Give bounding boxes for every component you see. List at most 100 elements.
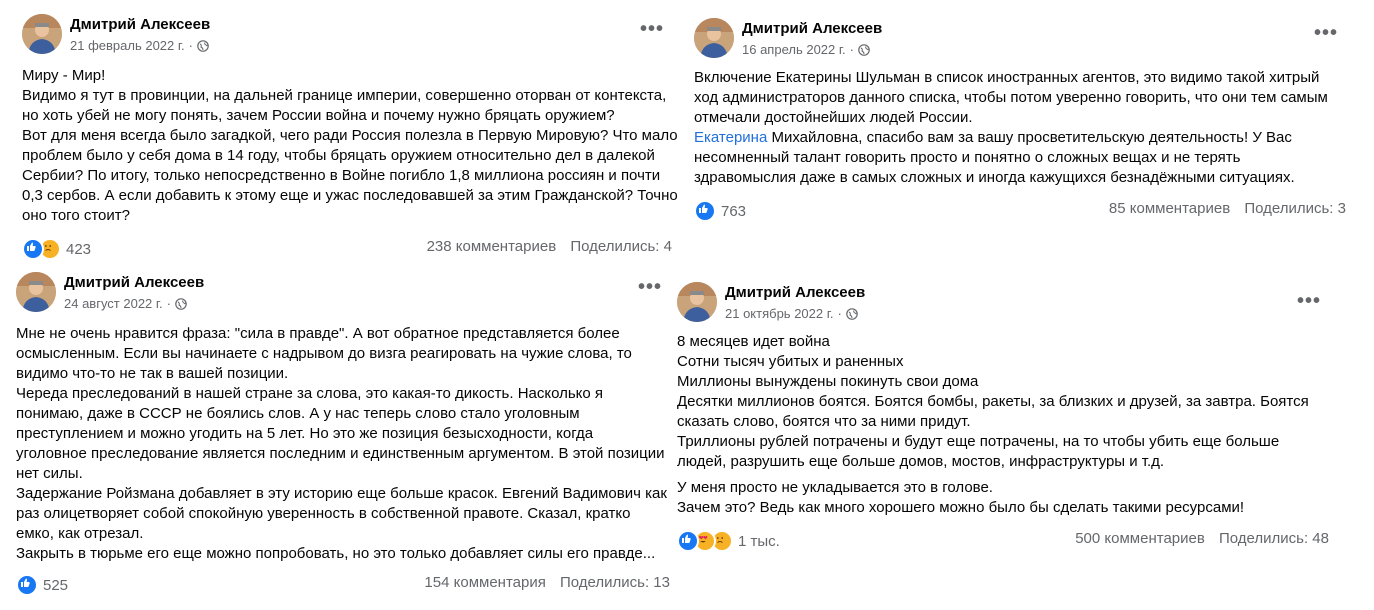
meta-separator: · [849,42,854,57]
meta-separator: · [166,296,172,311]
reaction-count: 423 [66,240,92,258]
globe-icon [846,307,858,320]
post-footer: 1 тыс. 500 комментариев Поделились: 48 [677,530,1329,552]
post-date[interactable]: 24 август 2022 г. [64,296,163,311]
more-options-icon[interactable]: ••• [640,19,664,39]
post-text-line: нет силы. [16,465,83,482]
reaction-count: 763 [721,202,747,220]
post-text-line: Екатерина Михайловна, спасибо вам за ваш… [694,128,1346,148]
like-icon [16,574,38,596]
post-text-line: Сербии? По итогу, только непосредственно… [22,167,661,184]
reaction-count: 1 тыс. [738,532,780,550]
post-text-line: понимаю, даже в СССР не боялись слов. А … [16,405,580,422]
shares-count[interactable]: Поделились: 3 [1244,200,1346,217]
shares-count[interactable]: Поделились: 48 [1219,530,1329,547]
author-name[interactable]: Дмитрий Алексеев [64,274,204,291]
post-text-line: ход администраторов данного списка, чтоб… [694,89,1328,106]
post-text-line: Сотни тысяч убитых и раненных [677,353,904,370]
post-card: Дмитрий Алексеев 21 февраль 2022 г. · ••… [22,14,678,260]
post-footer: 423 238 комментариев Поделились: 4 [22,238,672,260]
post-text-line: уголовное преследование является последн… [16,445,665,462]
post-header: Дмитрий Алексеев 16 апрель 2022 г. · ••• [694,18,1346,60]
post-text-line: Мне не очень нравится фраза: "сила в пра… [16,325,620,342]
post-text-line: емко, как отрезал. [16,525,144,542]
post-date[interactable]: 21 октябрь 2022 г. [725,306,834,321]
post-text-line: проблем было у себя дома в 14 году, чтоб… [22,147,655,164]
post-text-line: людей, разрушить еще больше домов, мосто… [677,453,1165,470]
post-card: Дмитрий Алексеев 16 апрель 2022 г. · •••… [694,18,1346,222]
shares-count[interactable]: Поделились: 13 [560,574,670,591]
mention-link[interactable]: Екатерина [694,129,767,146]
more-options-icon[interactable]: ••• [638,277,662,297]
post-footer: 525 154 комментария Поделились: 13 [16,574,670,596]
post-text-line: Зачем это? Ведь как много хорошего можно… [677,499,1245,516]
post-text-line: раз олицетворяет собой спокойную уверенн… [16,505,631,522]
post-text-fragment: Михайловна, спасибо вам за вашу просвети… [767,129,1292,146]
post-text-line: Вот для меня всегда было загадкой, чего … [22,127,678,144]
post-text-line: Миру - Мир! [22,67,106,84]
comments-count[interactable]: 238 комментариев [427,238,557,255]
post-text-line: Включение Екатерины Шульман в список ино… [694,69,1320,86]
post-text: Миру - Мир! Видимо я тут в провинции, на… [22,66,678,226]
reactions-summary[interactable]: 525 [16,574,68,596]
post-text-line: Закрыть в тюрьме его еще можно попробова… [16,545,656,562]
avatar[interactable] [677,282,717,322]
shares-count[interactable]: Поделились: 4 [570,238,672,255]
post-header: Дмитрий Алексеев 21 октябрь 2022 г. · ••… [677,282,1329,324]
post-meta: 24 август 2022 г. · [64,296,187,311]
comments-count[interactable]: 154 комментария [424,574,545,591]
meta-separator: · [188,38,193,53]
post-card: Дмитрий Алексеев 21 октябрь 2022 г. · ••… [677,282,1329,552]
globe-icon [858,43,870,56]
post-text-line: но хоть убей не могу понять, зачем Росси… [22,107,615,124]
post-card: Дмитрий Алексеев 24 август 2022 г. · •••… [16,272,670,596]
reaction-count: 525 [43,576,69,594]
comments-count[interactable]: 500 комментариев [1075,530,1205,547]
post-meta: 16 апрель 2022 г. · [742,42,870,57]
post-text-line: Десятки миллионов боятся. Боятся бомбы, … [677,393,1309,410]
post-text-line: Видимо я тут в провинции, на дальней гра… [22,87,667,104]
avatar[interactable] [694,18,734,58]
more-options-icon[interactable]: ••• [1297,291,1321,311]
post-stats: 85 комментариев Поделились: 3 [1109,200,1346,217]
post-footer: 763 85 комментариев Поделились: 3 [694,200,1346,222]
reactions-summary[interactable]: 423 [22,238,91,260]
post-text-line: 0,3 сербов. А если добавить к этому еще … [22,187,678,204]
post-text-line: Задержание Ройзмана добавляет в эту исто… [16,485,667,502]
like-icon [22,238,44,260]
reactions-summary[interactable]: 763 [694,200,746,222]
post-text-line: несомненный талант говорить просто и пон… [694,149,1241,166]
post-text-line: сказать слово, боятся что за ними придут… [677,413,971,430]
post-text-line: 8 месяцев идет война [677,333,830,350]
globe-icon [175,297,187,310]
post-text: Включение Екатерины Шульман в список ино… [694,68,1346,188]
post-meta: 21 октябрь 2022 г. · [725,306,858,321]
avatar[interactable] [22,14,62,54]
more-options-icon[interactable]: ••• [1314,23,1338,43]
post-text-line: осмысленным. Если вы начинаете с надрыво… [16,345,632,362]
comments-count[interactable]: 85 комментариев [1109,200,1230,217]
post-text-line: видимо что-то не так в вашей позиции. [16,365,289,382]
avatar[interactable] [16,272,56,312]
post-text-line: Череда преследований в нашей стране за с… [16,385,604,402]
post-date[interactable]: 21 февраль 2022 г. [70,38,185,53]
post-text: Мне не очень нравится фраза: "сила в пра… [16,324,670,564]
author-name[interactable]: Дмитрий Алексеев [70,16,210,33]
author-name[interactable]: Дмитрий Алексеев [742,20,882,37]
post-header: Дмитрий Алексеев 24 август 2022 г. · ••• [16,272,670,314]
meta-separator: · [837,306,842,321]
globe-icon [197,39,209,52]
post-text-line: Триллионы рублей потрачены и будут еще п… [677,433,1280,450]
post-text: 8 месяцев идет война Сотни тысяч убитых … [677,332,1329,518]
post-text-line: Миллионы вынуждены покинуть свои дома [677,373,979,390]
reactions-summary[interactable]: 1 тыс. [677,530,780,552]
post-header: Дмитрий Алексеев 21 февраль 2022 г. · ••… [22,14,672,56]
post-text-line: оно того стоит? [22,207,130,224]
post-meta: 21 февраль 2022 г. · [70,38,209,53]
post-date[interactable]: 16 апрель 2022 г. [742,42,846,57]
like-icon [677,530,699,552]
post-text-line: У меня просто не укладывается это в голо… [677,479,993,496]
author-name[interactable]: Дмитрий Алексеев [725,284,865,301]
post-text-line: отмечали достойнейших людей России. [694,109,973,126]
post-stats: 154 комментария Поделились: 13 [424,574,670,591]
